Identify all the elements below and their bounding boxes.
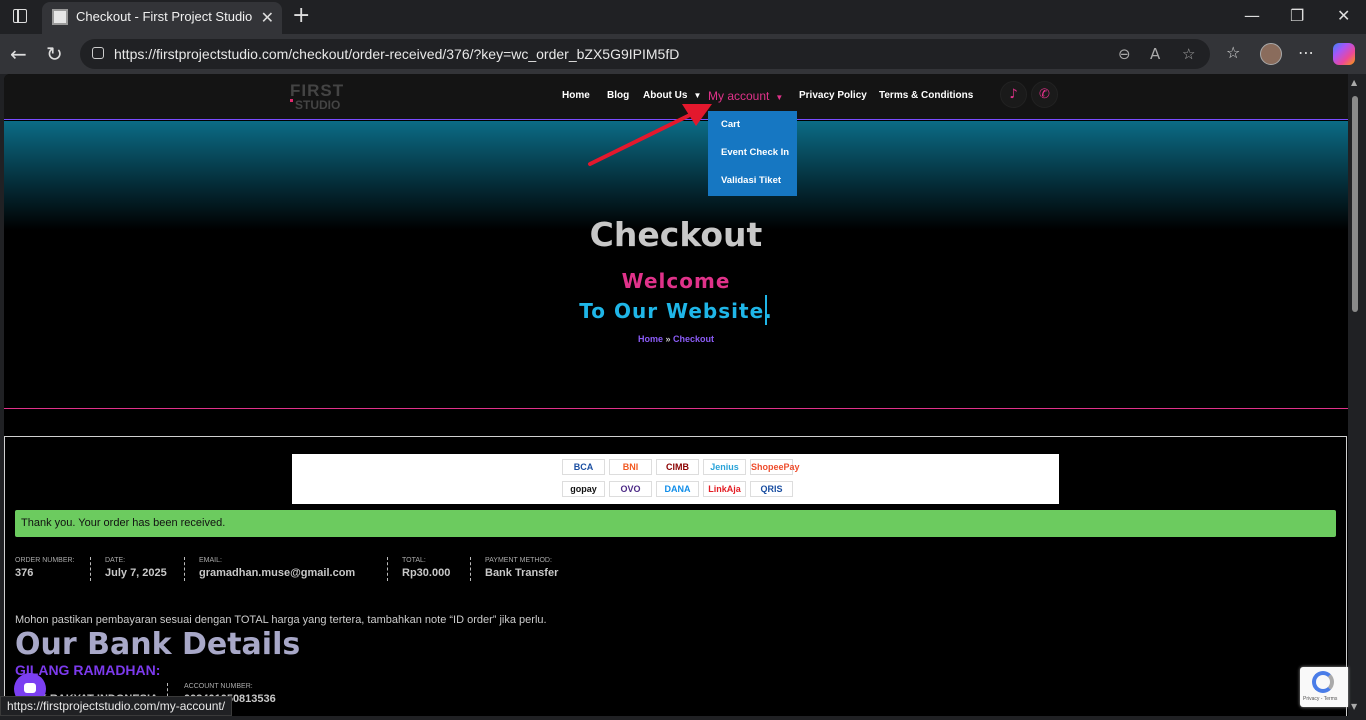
whatsapp-icon[interactable]: ✆ xyxy=(1031,81,1058,108)
url-field[interactable]: https://firstprojectstudio.com/checkout/… xyxy=(80,39,1210,69)
scrollbar-thumb[interactable] xyxy=(1352,96,1358,312)
zoom-icon[interactable]: ⊖ xyxy=(1118,45,1131,63)
payment-logos-banner: BCA BNI CIMB Jenius ShopeePay gopay OVO … xyxy=(292,454,1059,504)
order-date-value: July 7, 2025 xyxy=(105,567,167,579)
order-number: ORDER NUMBER: 376 xyxy=(15,557,75,579)
order-payment-method-value: Bank Transfer xyxy=(485,567,559,579)
nav-privacy[interactable]: Privacy Policy xyxy=(799,90,867,101)
site-logo[interactable]: FIRST STUDIO xyxy=(290,82,352,114)
order-number-label: ORDER NUMBER: xyxy=(15,557,75,564)
favorite-star-icon[interactable]: ☆ xyxy=(1182,45,1195,63)
cimb-logo: CIMB xyxy=(656,459,699,475)
linkaja-logo: LinkAja xyxy=(703,481,746,497)
refresh-icon[interactable]: ↻ xyxy=(46,42,63,66)
site-favicon-icon xyxy=(52,9,68,25)
qris-logo: QRIS xyxy=(750,481,793,497)
order-date-label: DATE: xyxy=(105,557,126,564)
back-icon[interactable]: ← xyxy=(10,42,27,66)
divider xyxy=(90,557,91,581)
divider xyxy=(387,557,388,581)
shopeepay-logo: ShopeePay xyxy=(750,459,800,475)
new-tab-icon[interactable]: + xyxy=(292,3,310,28)
browser-tab[interactable]: Checkout - First Project Studio ✕ xyxy=(42,2,282,34)
my-account-dropdown: Cart Event Check In Validasi Tiket xyxy=(708,111,797,196)
breadcrumb-home[interactable]: Home xyxy=(638,334,663,344)
dropdown-item-validasi-tiket[interactable]: Validasi Tiket xyxy=(721,175,781,186)
tab-actions-icon[interactable] xyxy=(13,9,27,23)
jenius-logo: Jenius xyxy=(703,459,746,475)
site-info-icon[interactable] xyxy=(92,47,104,59)
page-title: Checkout xyxy=(589,215,763,254)
payment-note: Mohon pastikan pembayaran sesuai dengan … xyxy=(15,614,547,626)
bank-details-title: Our Bank Details xyxy=(15,627,301,662)
hero-website: To Our Website. xyxy=(579,299,773,323)
url-text: https://firstprojectstudio.com/checkout/… xyxy=(114,46,680,62)
dana-logo: DANA xyxy=(656,481,699,497)
divider xyxy=(184,557,185,581)
dropdown-item-cart[interactable]: Cart xyxy=(721,119,740,130)
copilot-icon[interactable] xyxy=(1333,43,1355,65)
profile-avatar[interactable] xyxy=(1260,43,1282,65)
more-menu-icon[interactable]: ⋯ xyxy=(1298,43,1314,62)
recaptcha-links: Privacy - Terms xyxy=(1303,696,1338,702)
logo-dot xyxy=(290,99,293,102)
hero-welcome: Welcome xyxy=(621,269,731,293)
address-bar-row: ← ↻ https://firstprojectstudio.com/check… xyxy=(0,34,1366,74)
breadcrumb: Home » Checkout xyxy=(4,334,1348,344)
favorites-icon[interactable]: ☆ xyxy=(1226,43,1240,62)
chevron-down-icon: ▼ xyxy=(775,93,784,102)
annotation-arrow xyxy=(588,104,712,166)
order-total: TOTAL: Rp30.000 xyxy=(402,557,450,579)
status-bar-url: https://firstprojectstudio.com/my-accoun… xyxy=(0,696,233,716)
logo-line2: STUDIO xyxy=(295,98,341,112)
order-payment-method-label: PAYMENT METHOD: xyxy=(485,557,552,564)
order-payment-method: PAYMENT METHOD: Bank Transfer xyxy=(485,557,558,579)
account-number-label: ACCOUNT NUMBER: xyxy=(184,683,253,690)
nav-my-account-label: My account xyxy=(708,89,770,103)
order-notice: Thank you. Your order has been received. xyxy=(15,510,1336,537)
bca-logo: BCA xyxy=(562,459,605,475)
window-close-icon[interactable]: ✕ xyxy=(1337,6,1350,25)
order-email-value: gramadhan.muse@gmail.com xyxy=(199,567,356,579)
recaptcha-badge[interactable]: Privacy - Terms xyxy=(1300,667,1348,707)
breadcrumb-current: Checkout xyxy=(673,334,715,344)
bni-logo: BNI xyxy=(609,459,652,475)
scroll-down-icon[interactable]: ▼ xyxy=(1351,702,1357,711)
nav-terms[interactable]: Terms & Conditions xyxy=(879,90,973,101)
restore-icon[interactable]: ❐ xyxy=(1290,6,1304,25)
tiktok-icon[interactable]: ♪ xyxy=(1000,81,1027,108)
divider xyxy=(470,557,471,581)
order-email-label: EMAIL: xyxy=(199,557,222,564)
nav-my-account[interactable]: My account ▼ xyxy=(708,89,783,103)
scroll-up-icon[interactable]: ▲ xyxy=(1351,78,1357,87)
breadcrumb-separator: » xyxy=(665,334,671,344)
page-viewport: FIRST STUDIO Home Blog About Us ▼ My acco… xyxy=(4,74,1348,716)
logo-line1: FIRST xyxy=(290,81,345,100)
order-total-value: Rp30.000 xyxy=(402,567,451,579)
tab-title: Checkout - First Project Studio xyxy=(76,9,253,24)
scrollbar[interactable]: ▲ ▼ xyxy=(1348,74,1362,716)
recaptcha-icon xyxy=(1312,671,1334,693)
order-email: EMAIL: gramadhan.muse@gmail.com xyxy=(199,557,355,579)
minimize-icon[interactable]: — xyxy=(1244,6,1260,25)
order-received-section: BCA BNI CIMB Jenius ShopeePay gopay OVO … xyxy=(4,436,1347,716)
order-number-value: 376 xyxy=(15,567,34,579)
browser-tab-bar: Checkout - First Project Studio ✕ + — ❐ … xyxy=(0,0,1366,34)
typing-caret xyxy=(765,295,767,325)
dropdown-item-event-check-in[interactable]: Event Check In xyxy=(721,147,789,158)
order-total-label: TOTAL: xyxy=(402,557,426,564)
ovo-logo: OVO xyxy=(609,481,652,497)
read-aloud-icon[interactable]: A xyxy=(1150,45,1160,63)
tab-close-icon[interactable]: ✕ xyxy=(261,8,274,27)
gopay-logo: gopay xyxy=(562,481,605,497)
order-date: DATE: July 7, 2025 xyxy=(105,557,167,579)
